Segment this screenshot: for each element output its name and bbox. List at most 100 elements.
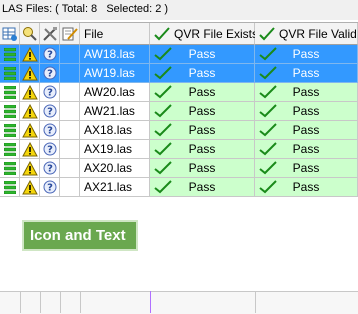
help-icon: ? [43,180,57,194]
row-warning-cell[interactable] [20,178,40,197]
row-qvr-exists[interactable]: Pass [150,178,255,197]
row-qvr-exists[interactable]: Pass [150,140,255,159]
edit-note-icon [62,27,78,41]
table-row[interactable]: ? AW20.las Pass Pass [0,83,358,102]
row-qvr-valid[interactable]: Pass [255,178,358,197]
row-help-cell[interactable]: ? [40,102,60,121]
row-help-cell[interactable]: ? [40,178,60,197]
row-warning-cell[interactable] [20,121,40,140]
row-qvr-valid[interactable]: Pass [255,159,358,178]
row-qvr-valid-value: Pass [292,104,320,118]
col-header-qvr-exists[interactable]: QVR File Exists [150,23,259,45]
col-header-warning[interactable] [20,23,40,45]
row-help-cell[interactable]: ? [40,83,60,102]
table-row[interactable]: ? AX19.las Pass Pass [0,140,358,159]
warning-icon [21,103,38,119]
row-warning-cell[interactable] [20,102,40,121]
row-notes-cell[interactable] [60,140,80,159]
row-status-cell[interactable] [0,45,20,64]
warning-icon [21,46,38,62]
row-qvr-valid[interactable]: Pass [255,121,358,140]
row-help-cell[interactable]: ? [40,159,60,178]
row-notes-cell[interactable] [60,121,80,140]
row-warning-cell[interactable] [20,83,40,102]
row-status-cell[interactable] [0,159,20,178]
row-file-name[interactable]: AX18.las [80,121,150,140]
help-icon: ? [43,123,57,137]
table-row[interactable]: ? AX21.las Pass Pass [0,178,358,197]
row-file-name[interactable]: AW19.las [80,64,150,83]
col-header-qvr-exists-label: QVR File Exists [174,27,259,41]
checkmark-icon [154,27,170,41]
row-notes-cell[interactable] [60,102,80,121]
row-status-cell[interactable] [0,102,20,121]
row-qvr-exists[interactable]: Pass [150,159,255,178]
row-qvr-exists[interactable]: Pass [150,102,255,121]
row-qvr-valid[interactable]: Pass [255,83,358,102]
row-qvr-exists[interactable]: Pass [150,121,255,140]
row-qvr-valid[interactable]: Pass [255,102,358,121]
col-header-tools[interactable] [40,23,60,45]
row-file-name[interactable]: AW18.las [80,45,150,64]
row-warning-cell[interactable] [20,159,40,178]
row-warning-cell[interactable] [20,45,40,64]
row-status-cell[interactable] [0,121,20,140]
table-row[interactable]: ? AW18.las Pass Pass [0,45,358,64]
las-files-grid[interactable]: File QVR File Exists QVR File Valid ? AW1… [0,22,358,314]
row-qvr-valid-value: Pass [292,123,320,137]
row-status-cell[interactable] [0,140,20,159]
row-notes-cell[interactable] [60,64,80,83]
row-help-cell[interactable]: ? [40,121,60,140]
row-qvr-exists[interactable]: Pass [150,83,255,102]
row-qvr-valid[interactable]: Pass [255,45,358,64]
table-row[interactable]: ? AX18.las Pass Pass [0,121,358,140]
row-file-name[interactable]: AX19.las [80,140,150,159]
col-header-notes[interactable] [60,23,80,45]
row-help-cell[interactable]: ? [40,64,60,83]
database-icon [3,161,16,175]
row-file-name[interactable]: AW20.las [80,83,150,102]
footer-divider [20,291,21,313]
row-qvr-valid[interactable]: Pass [255,64,358,83]
table-row[interactable]: ? AW19.las Pass Pass [0,64,358,83]
row-notes-cell[interactable] [60,45,80,64]
row-qvr-exists[interactable]: Pass [150,64,255,83]
table-row[interactable]: ? AW21.las Pass Pass [0,102,358,121]
row-file-name[interactable]: AW21.las [80,102,150,121]
row-status-cell[interactable] [0,178,20,197]
row-qvr-exists[interactable]: Pass [150,45,255,64]
database-icon [3,66,16,80]
row-help-cell[interactable]: ? [40,140,60,159]
warning-icon [21,122,38,138]
row-qvr-valid-value: Pass [292,180,320,194]
row-file-name[interactable]: AX20.las [80,159,150,178]
row-notes-cell[interactable] [60,83,80,102]
row-file-name[interactable]: AX21.las [80,178,150,197]
col-header-status[interactable] [0,23,20,45]
checkmark-icon [259,27,275,41]
help-icon: ? [43,142,57,156]
row-qvr-exists-value: Pass [188,47,216,61]
row-help-cell[interactable]: ? [40,45,60,64]
help-icon: ? [43,85,57,99]
col-header-qvr-valid[interactable]: QVR File Valid [255,23,358,45]
file-summary-text: LAS Files: ( Total: 8 Selected: 2 ) [2,3,169,15]
row-qvr-exists-value: Pass [188,66,216,80]
row-notes-cell[interactable] [60,178,80,197]
footer-divider [80,291,81,313]
row-warning-cell[interactable] [20,64,40,83]
row-status-cell[interactable] [0,64,20,83]
row-qvr-exists-value: Pass [188,104,216,118]
search-warning-icon [23,27,37,41]
row-qvr-valid-value: Pass [292,47,320,61]
row-qvr-valid[interactable]: Pass [255,140,358,159]
help-icon: ? [43,47,57,61]
row-qvr-exists-value: Pass [188,161,216,175]
row-qvr-exists-value: Pass [188,142,216,156]
tools-icon [43,27,57,41]
table-row[interactable]: ? AX20.las Pass Pass [0,159,358,178]
row-notes-cell[interactable] [60,159,80,178]
col-header-file[interactable]: File [80,23,150,45]
row-status-cell[interactable] [0,83,20,102]
row-warning-cell[interactable] [20,140,40,159]
